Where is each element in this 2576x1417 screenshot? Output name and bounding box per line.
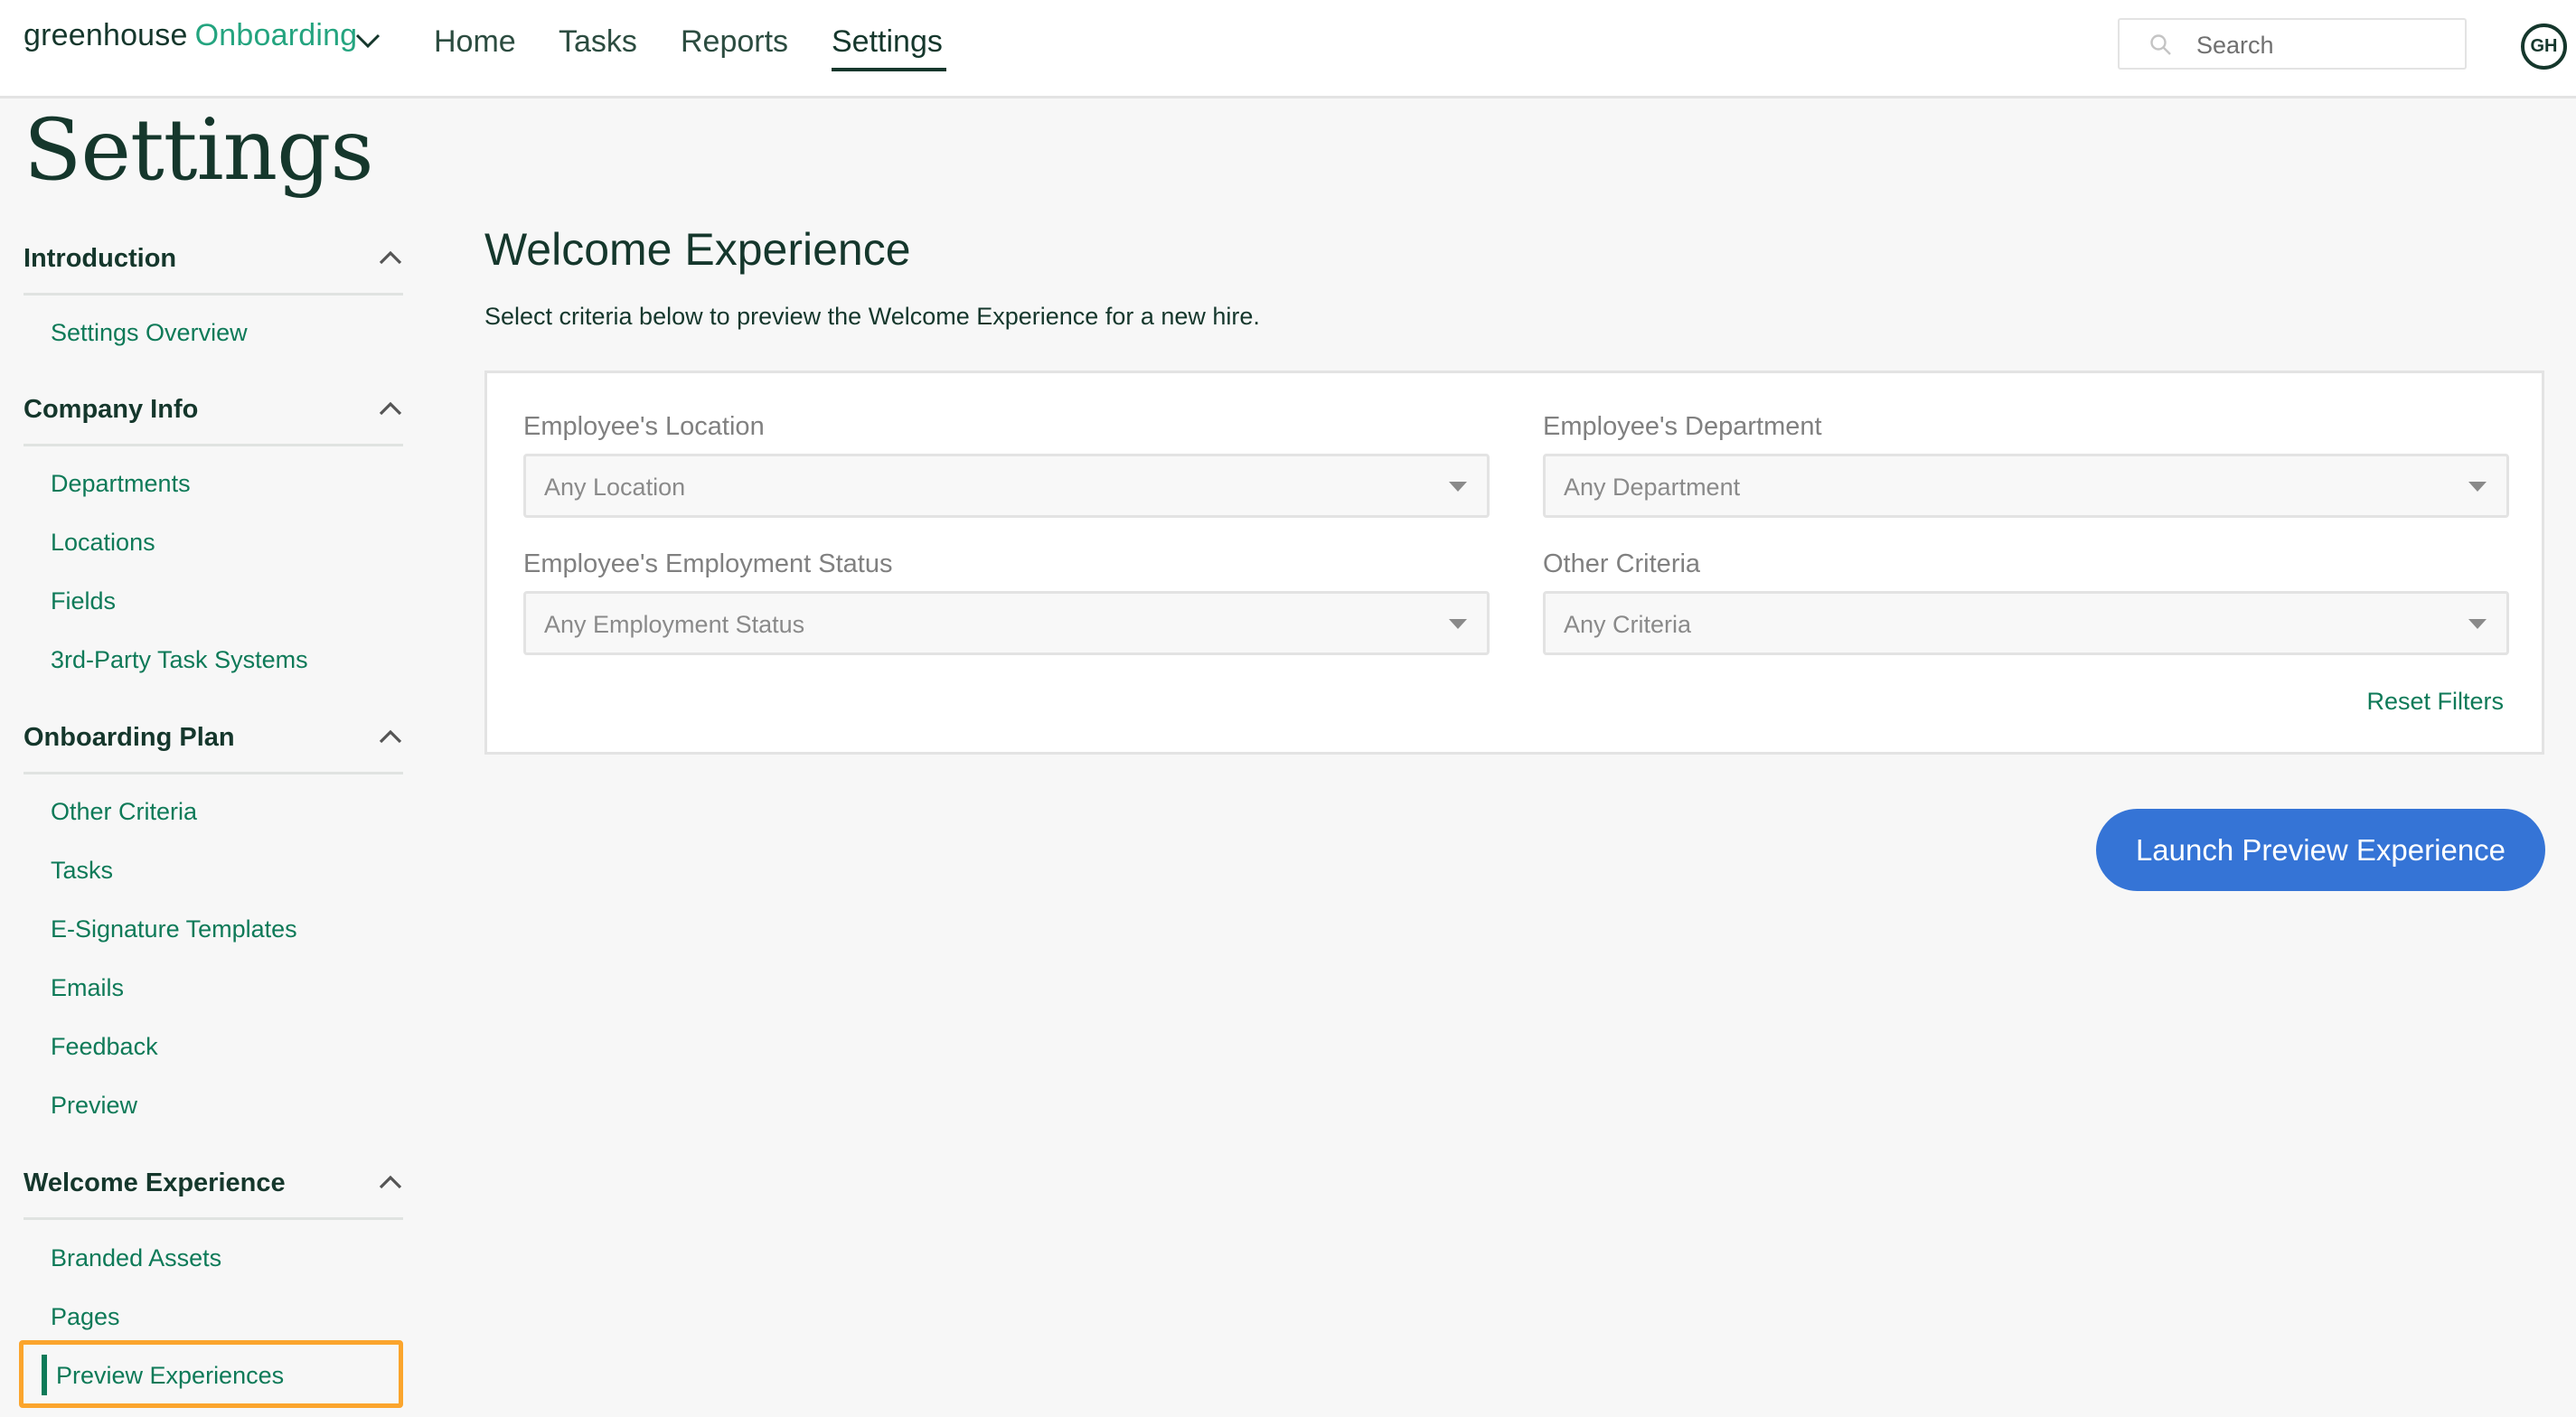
search-input[interactable] — [2195, 25, 2451, 65]
section-title: Onboarding Plan — [24, 723, 235, 752]
department-label: Employee's Department — [1543, 412, 1822, 441]
sidebar-item-other-criteria[interactable]: Other Criteria — [51, 798, 197, 826]
sidebar-item-fields[interactable]: Fields — [51, 587, 116, 615]
section-title: Introduction — [24, 244, 177, 273]
employment-status-select[interactable]: Any Employment Status — [523, 591, 1490, 655]
sidebar-item-preview[interactable]: Preview — [51, 1092, 137, 1120]
location-label: Employee's Location — [523, 412, 765, 441]
select-value: Any Employment Status — [544, 611, 805, 638]
active-item-indicator — [42, 1355, 47, 1395]
chevron-down-icon[interactable] — [354, 31, 381, 51]
sidebar-item-preview-experiences[interactable]: Preview Experiences — [56, 1362, 284, 1390]
chevron-up-icon[interactable] — [378, 1174, 403, 1190]
section-divider — [24, 293, 403, 296]
location-select[interactable]: Any Location — [523, 454, 1490, 518]
select-value: Any Department — [1564, 474, 1741, 501]
top-nav-bar: greenhouse Onboarding Home Tasks Reports … — [0, 0, 2576, 99]
section-title: Welcome Experience — [24, 1168, 286, 1197]
sidebar-item-pages[interactable]: Pages — [51, 1303, 120, 1331]
caret-down-icon — [2468, 619, 2487, 629]
search-icon — [2150, 34, 2171, 55]
nav-settings[interactable]: Settings — [832, 24, 943, 60]
chevron-up-icon[interactable] — [378, 728, 403, 745]
sidebar-section-introduction[interactable]: Introduction — [24, 237, 403, 291]
app-logo[interactable]: greenhouse Onboarding — [24, 18, 357, 53]
sidebar-item-feedback[interactable]: Feedback — [51, 1033, 158, 1061]
sidebar-section-company-info[interactable]: Company Info — [24, 388, 403, 442]
section-divider — [24, 1217, 403, 1220]
sidebar-section-onboarding-plan[interactable]: Onboarding Plan — [24, 716, 403, 770]
nav-reports[interactable]: Reports — [681, 24, 788, 60]
section-divider — [24, 772, 403, 774]
select-value: Any Location — [544, 474, 686, 501]
section-title: Welcome Experience — [484, 224, 911, 275]
caret-down-icon — [2468, 482, 2487, 492]
reset-filters-link[interactable]: Reset Filters — [2366, 688, 2504, 716]
user-avatar[interactable]: GH — [2521, 23, 2567, 70]
nav-active-underline — [832, 68, 946, 71]
filter-card: Employee's Location Any Location Employe… — [484, 371, 2544, 755]
chevron-up-icon[interactable] — [378, 400, 403, 417]
sidebar-item-tasks[interactable]: Tasks — [51, 857, 113, 885]
logo-greenhouse: greenhouse — [24, 18, 188, 52]
select-value: Any Criteria — [1564, 611, 1692, 638]
department-select[interactable]: Any Department — [1543, 454, 2509, 518]
sidebar-item-e-signature-templates[interactable]: E-Signature Templates — [51, 915, 297, 943]
sidebar-item-settings-overview[interactable]: Settings Overview — [51, 319, 248, 347]
sidebar-item-third-party-task-systems[interactable]: 3rd-Party Task Systems — [51, 646, 308, 674]
caret-down-icon — [1449, 619, 1467, 629]
launch-preview-button[interactable]: Launch Preview Experience — [2096, 809, 2545, 891]
section-divider — [24, 444, 403, 446]
other-criteria-select[interactable]: Any Criteria — [1543, 591, 2509, 655]
chevron-up-icon[interactable] — [378, 249, 403, 266]
employment-status-label: Employee's Employment Status — [523, 549, 893, 578]
page-title: Settings — [24, 101, 374, 200]
caret-down-icon — [1449, 482, 1467, 492]
search-box[interactable] — [2118, 18, 2467, 70]
nav-tasks[interactable]: Tasks — [559, 24, 637, 60]
sidebar-item-branded-assets[interactable]: Branded Assets — [51, 1244, 221, 1272]
sidebar-item-locations[interactable]: Locations — [51, 529, 155, 557]
nav-home[interactable]: Home — [434, 24, 516, 60]
sidebar-item-emails[interactable]: Emails — [51, 974, 124, 1002]
sidebar-section-welcome-experience[interactable]: Welcome Experience — [24, 1161, 403, 1215]
section-title: Company Info — [24, 395, 199, 424]
other-criteria-label: Other Criteria — [1543, 549, 1701, 578]
section-description: Select criteria below to preview the Wel… — [484, 303, 1260, 330]
sidebar-item-departments[interactable]: Departments — [51, 470, 191, 498]
logo-onboarding: Onboarding — [194, 18, 358, 52]
